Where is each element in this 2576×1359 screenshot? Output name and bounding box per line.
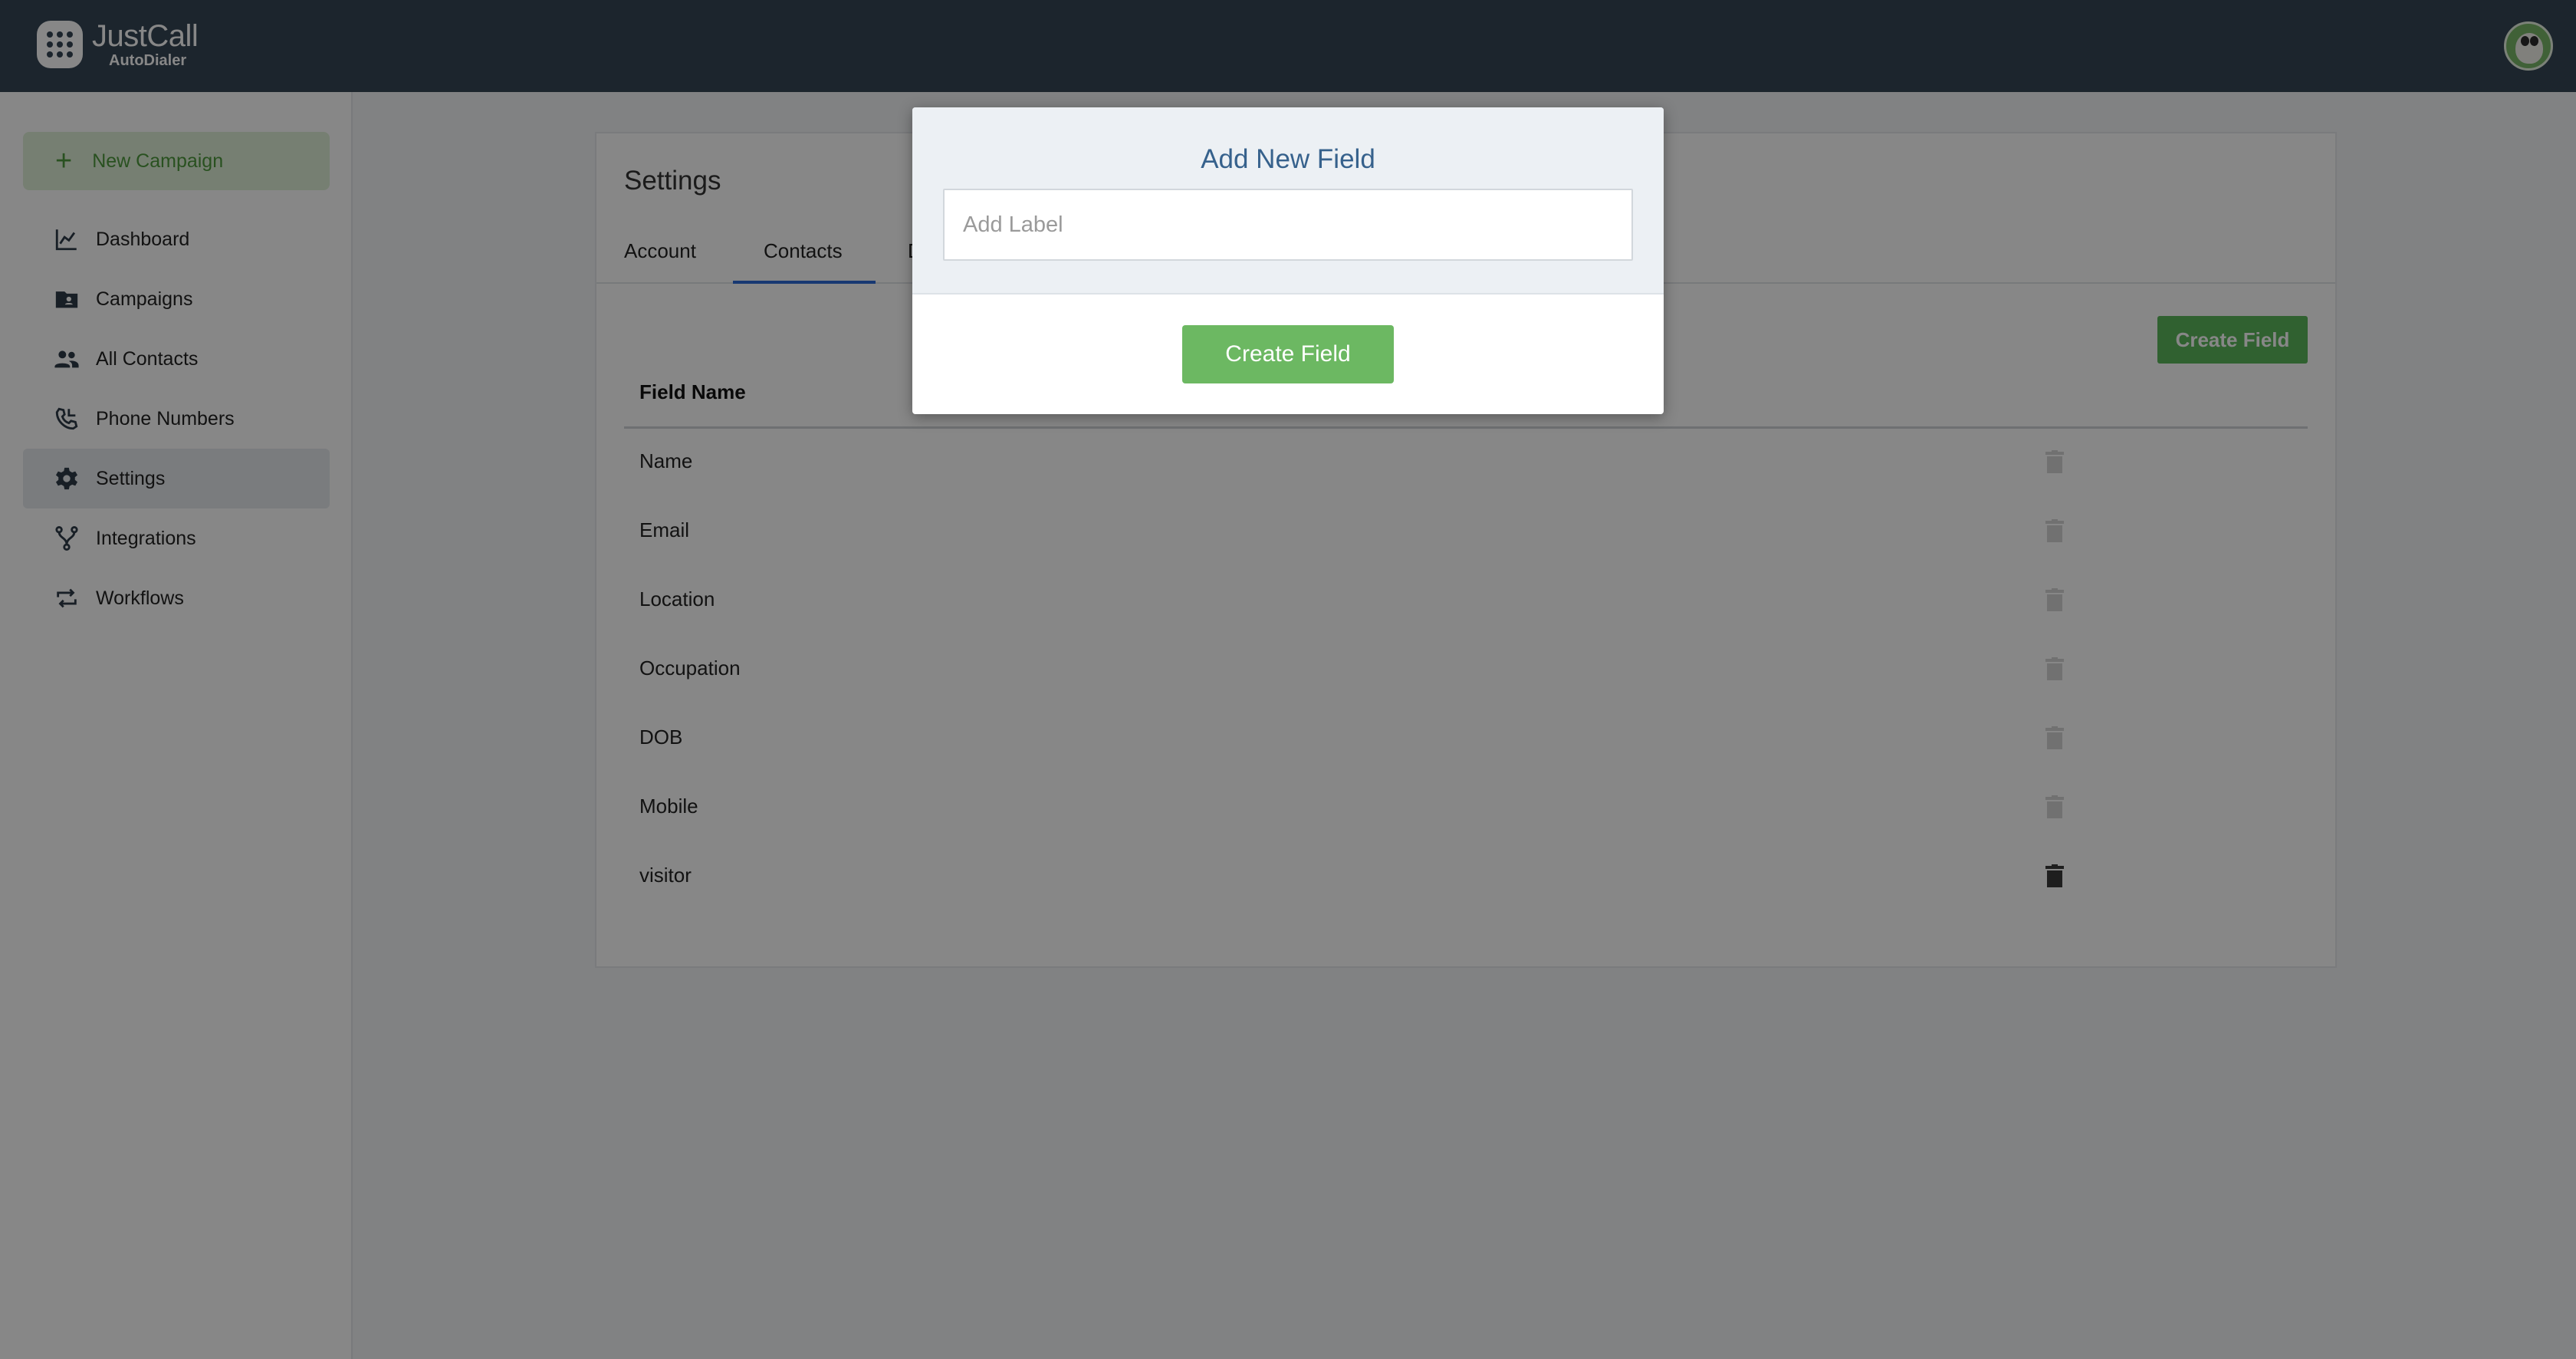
modal-header: Add New Field: [912, 107, 1664, 295]
create-field-submit-button[interactable]: Create Field: [1182, 325, 1394, 383]
add-label-input[interactable]: [943, 189, 1633, 261]
add-field-modal: Add New Field Create Field: [912, 107, 1664, 414]
modal-title: Add New Field: [1201, 144, 1375, 174]
